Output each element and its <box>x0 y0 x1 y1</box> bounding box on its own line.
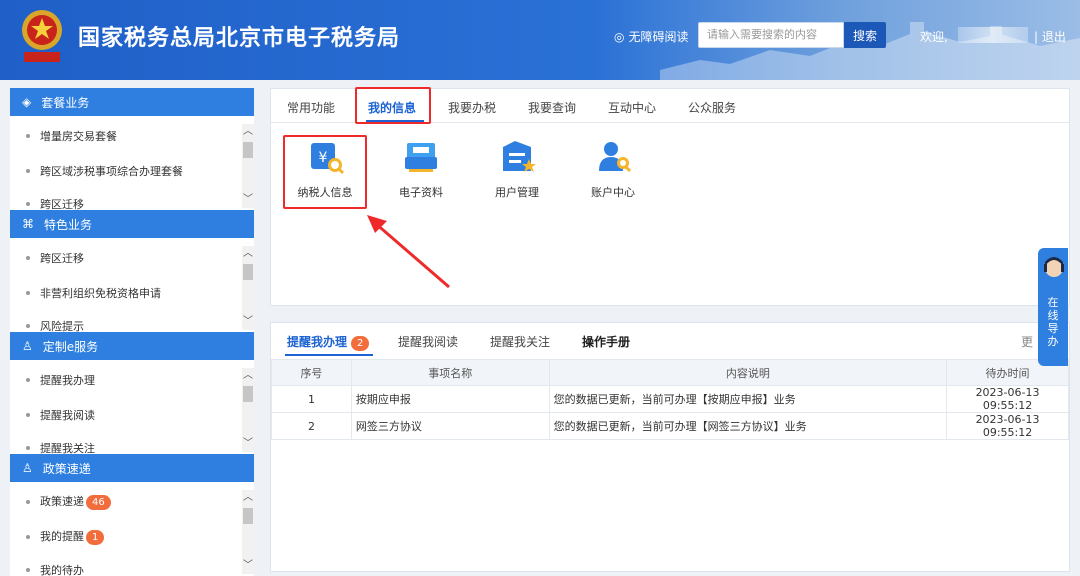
sidebar-section-package[interactable]: ◈ 套餐业务 <box>10 88 254 116</box>
sidebar-section-policy[interactable]: ♙ 政策速递 <box>10 454 254 482</box>
tab-manual[interactable]: 操作手册 <box>582 333 630 350</box>
sidebar-scrollbar[interactable]: ︿ ﹀ <box>242 490 254 574</box>
reminder-tabs: 提醒我办理 2 提醒我阅读 提醒我关注 操作手册 更 <box>271 323 1069 357</box>
tab-pay-tax[interactable]: 我要办税 <box>448 99 496 116</box>
user-management-icon <box>503 141 536 172</box>
reminder-panel: 提醒我办理 2 提醒我阅读 提醒我关注 操作手册 更 序号 事项名称 内容说明 待… <box>270 322 1070 572</box>
main-tabs: 常用功能 我的信息 我要办税 我要查询 互动中心 公众服务 <box>271 87 1069 124</box>
count-badge: 46 <box>86 495 111 510</box>
tab-remind-handle[interactable]: 提醒我办理 2 <box>287 333 370 351</box>
sidebar-scrollbar[interactable]: ︿ ﹀ <box>242 124 254 208</box>
sidebar-section-custom-service[interactable]: ♙ 定制e服务 <box>10 332 254 360</box>
eye-icon: ◎ <box>614 29 625 44</box>
accessibility-link[interactable]: ◎ 无障碍阅读 <box>614 28 689 45</box>
sidebar-item[interactable]: 风险提示 <box>26 320 84 332</box>
sidebar-item[interactable]: 跨区域涉税事项综合办理套餐 <box>26 163 183 179</box>
section-title: 定制e服务 <box>42 339 99 354</box>
tab-remind-follow[interactable]: 提醒我关注 <box>490 333 550 350</box>
electronic-files-icon <box>405 143 437 172</box>
accessibility-label: 无障碍阅读 <box>628 30 689 44</box>
tab-common[interactable]: 常用功能 <box>287 99 335 116</box>
sidebar-item[interactable]: 政策速递 46 <box>26 493 111 510</box>
function-user-management[interactable]: 用户管理 <box>482 137 552 200</box>
function-label: 账户中心 <box>591 186 635 199</box>
clover-icon: ⌘ <box>22 217 34 231</box>
scroll-down-icon[interactable]: ﹀ <box>242 194 254 206</box>
section-title: 套餐业务 <box>41 95 90 110</box>
sidebar-item[interactable]: 我的提醒 1 <box>26 528 105 545</box>
column-header: 序号 <box>271 359 352 386</box>
logout-link[interactable]: | 退出 <box>1034 28 1066 45</box>
tab-interaction[interactable]: 互动中心 <box>608 99 656 116</box>
sidebar-item[interactable]: 我的待办 <box>26 564 84 576</box>
username-redacted <box>958 27 1028 43</box>
scroll-up-icon[interactable]: ︿ <box>242 492 254 504</box>
function-electronic-files[interactable]: 电子资料 <box>386 137 456 200</box>
tab-public-service[interactable]: 公众服务 <box>688 99 736 116</box>
search-input[interactable]: 请输入需要搜索的内容 <box>698 22 844 48</box>
sidebar-item[interactable]: 增量房交易套餐 <box>26 128 117 144</box>
section-title: 政策速递 <box>42 461 91 476</box>
tab-query[interactable]: 我要查询 <box>528 99 576 116</box>
todo-table: 序号 事项名称 内容说明 待办时间 1 按期应申报 您的数据已更新，当前可办理【… <box>271 359 1069 440</box>
highlight-box <box>355 87 431 124</box>
sidebar-section-featured[interactable]: ⌘ 特色业务 <box>10 210 254 238</box>
site-title: 国家税务总局北京市电子税务局 <box>78 26 401 51</box>
table-row[interactable]: 2 网签三方协议 您的数据已更新，当前可办理【网签三方协议】业务 2023-06… <box>271 412 1069 440</box>
sidebar-item[interactable]: 非营利组织免税资格申请 <box>26 285 161 301</box>
active-tab-indicator <box>285 354 373 356</box>
assistant-avatar-icon <box>1044 257 1064 277</box>
function-label: 用户管理 <box>495 186 539 199</box>
site-header: 国家税务总局北京市电子税务局 ◎ 无障碍阅读 请输入需要搜索的内容 搜索 欢迎,… <box>0 0 1080 80</box>
sidebar-item[interactable]: 跨区迁移 <box>26 198 84 210</box>
account-center-icon <box>599 142 632 173</box>
scroll-down-icon[interactable]: ﹀ <box>242 560 254 572</box>
guide-label: 在线导办 <box>1047 296 1059 348</box>
sidebar-item[interactable]: 跨区迁移 <box>26 250 84 266</box>
tab-remind-read[interactable]: 提醒我阅读 <box>398 333 458 350</box>
sidebar-item[interactable]: 提醒我关注 <box>26 442 95 454</box>
scroll-up-icon[interactable]: ︿ <box>242 126 254 138</box>
column-header: 内容说明 <box>548 359 948 386</box>
user-icon: ♙ <box>22 461 33 475</box>
count-badge: 2 <box>351 336 370 351</box>
column-header: 事项名称 <box>350 359 550 386</box>
sidebar: ◈ 套餐业务 增量房交易套餐 跨区域涉税事项综合办理套餐 跨区迁移 ︿ ﹀ ⌘ … <box>10 88 254 576</box>
sidebar-scrollbar[interactable]: ︿ ﹀ <box>242 368 254 452</box>
function-account-center[interactable]: 账户中心 <box>578 137 648 200</box>
function-label: 电子资料 <box>399 186 443 199</box>
search-button[interactable]: 搜索 <box>844 22 886 48</box>
welcome-text: 欢迎, <box>920 30 948 44</box>
scroll-down-icon[interactable]: ﹀ <box>242 438 254 450</box>
sidebar-item[interactable]: 提醒我办理 <box>26 372 95 388</box>
user-icon: ♙ <box>22 339 33 353</box>
count-badge: 1 <box>86 530 105 545</box>
sidebar-scrollbar[interactable]: ︿ ﹀ <box>242 246 254 330</box>
section-title: 特色业务 <box>44 217 93 232</box>
more-link[interactable]: 更 <box>1021 333 1033 350</box>
table-row[interactable]: 1 按期应申报 您的数据已更新，当前可办理【按期应申报】业务 2023-06-1… <box>271 385 1069 413</box>
function-panel: 常用功能 我的信息 我要办税 我要查询 互动中心 公众服务 ¥ 纳税人信息 电子… <box>270 87 1070 306</box>
red-arrow-annotation <box>367 215 450 289</box>
table-header-row: 序号 事项名称 内容说明 待办时间 <box>271 359 1069 386</box>
scroll-up-icon[interactable]: ︿ <box>242 370 254 382</box>
highlight-box <box>283 135 367 209</box>
tax-emblem-logo <box>22 10 62 62</box>
online-guide-button[interactable]: 在线导办 <box>1038 248 1068 366</box>
scroll-up-icon[interactable]: ︿ <box>242 248 254 260</box>
scroll-down-icon[interactable]: ﹀ <box>242 316 254 328</box>
sidebar-item[interactable]: 提醒我阅读 <box>26 407 95 423</box>
layers-icon: ◈ <box>22 95 32 109</box>
